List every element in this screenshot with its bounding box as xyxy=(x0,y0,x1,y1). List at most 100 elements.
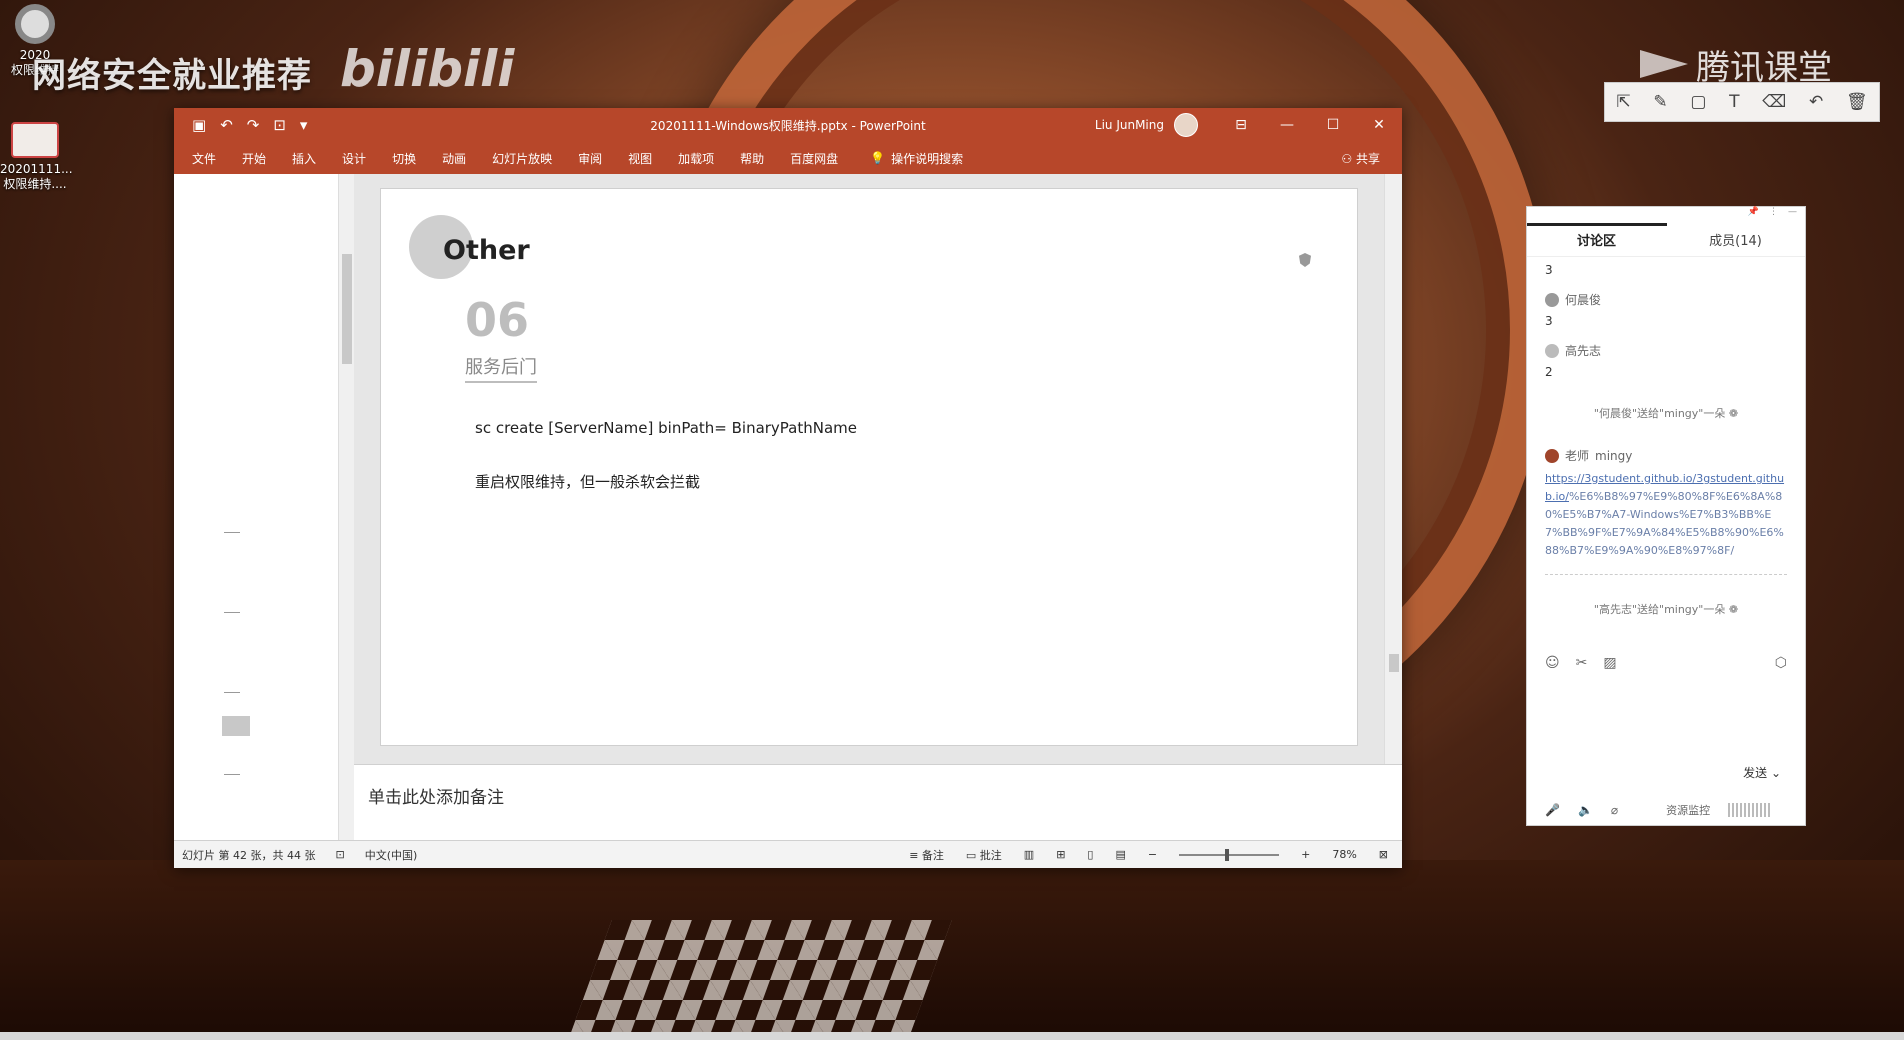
tab-baidu-netdisk[interactable]: 百度网盘 xyxy=(790,150,838,167)
text-icon[interactable]: T xyxy=(1729,92,1739,112)
camera-off-icon[interactable]: ⌀ xyxy=(1611,803,1618,817)
scrollbar-thumb[interactable] xyxy=(1389,654,1399,672)
send-button[interactable]: 发送 ⌄ xyxy=(1743,764,1781,781)
spellcheck-icon[interactable]: ⊡ xyxy=(335,848,344,861)
tab-view[interactable]: 视图 xyxy=(628,150,652,167)
video-watermark: 网络安全就业推荐 xyxy=(32,56,312,96)
rectangle-icon[interactable]: ▢ xyxy=(1690,92,1706,112)
status-bar: 幻灯片 第 42 张，共 44 张 ⊡ 中文(中国) ≡ 备注 ▭ 批注 ▥ ⊞… xyxy=(174,840,1402,868)
gift-notice: "何晨俊"送给"mingy"一朵 ❁ xyxy=(1593,407,1739,420)
tab-slideshow[interactable]: 幻灯片放映 xyxy=(492,150,552,167)
tab-addins[interactable]: 加载项 xyxy=(678,150,714,167)
slide-thumbnail-pane[interactable] xyxy=(174,174,340,840)
chat-tools: ☺ ✂ ▨ ⬡ xyxy=(1527,643,1805,683)
slide-sorter-icon[interactable]: ⊞ xyxy=(1056,848,1065,861)
pptx-file-icon xyxy=(11,122,59,158)
notes-toggle[interactable]: ≡ 备注 xyxy=(909,847,944,863)
undo-icon[interactable]: ↶ xyxy=(1809,92,1823,112)
powerpoint-window: ▣ ↶ ↷ ⊡ ▾ 20201111-Windows权限维持.pptx - Po… xyxy=(174,108,1402,868)
chat-link[interactable]: https://3gstudent.github.io/3gstudent.gi… xyxy=(1545,470,1787,560)
shield-icon xyxy=(1299,253,1311,267)
background-checker-floor xyxy=(568,920,952,1040)
avatar[interactable] xyxy=(1174,113,1198,137)
chat-bottom-bar: 🎤 🔈 ⌀ 资源监控 xyxy=(1527,795,1805,825)
slide-body-line: sc create [ServerName] binPath= BinaryPa… xyxy=(475,419,858,437)
avatar xyxy=(1545,292,1559,307)
emoji-icon[interactable]: ☺ xyxy=(1545,655,1560,671)
thumbnail-marker xyxy=(224,532,240,533)
normal-view-icon[interactable]: ▥ xyxy=(1024,848,1034,861)
thumbnail-marker xyxy=(224,774,240,775)
minimize-button[interactable]: — xyxy=(1264,108,1310,142)
fit-slide-icon[interactable]: ⊠ xyxy=(1379,848,1388,861)
zoom-out-button[interactable]: − xyxy=(1148,848,1157,861)
tab-discussion[interactable]: 讨论区 xyxy=(1527,223,1666,256)
desktop-icon-pptx[interactable]: 20201111... 权限维持.... xyxy=(0,122,73,192)
chat-message: 高先志 2 xyxy=(1545,343,1602,379)
slide-heading: Other xyxy=(443,235,530,266)
chat-panel-controls: 📌 ⋮ — xyxy=(1527,207,1805,223)
scrollbar-thumb[interactable] xyxy=(342,254,352,364)
current-slide[interactable]: Other 06 服务后门 sc create [ServerName] bin… xyxy=(380,188,1358,746)
tab-file[interactable]: 文件 xyxy=(192,150,216,167)
tab-members[interactable]: 成员(14) xyxy=(1666,223,1805,256)
customize-qat-icon[interactable]: ▾ xyxy=(300,116,308,134)
scissors-icon[interactable]: ✂ xyxy=(1576,655,1588,671)
share-button[interactable]: ⚇ 共享 xyxy=(1341,150,1380,167)
tab-design[interactable]: 设计 xyxy=(342,150,366,167)
tab-review[interactable]: 审阅 xyxy=(578,150,602,167)
image-icon[interactable]: ▨ xyxy=(1603,655,1616,671)
close-button[interactable]: ✕ xyxy=(1356,108,1402,142)
resource-monitor[interactable]: 资源监控 xyxy=(1666,802,1710,818)
slideshow-view-icon[interactable]: ▤ xyxy=(1115,848,1125,861)
person-icon: ⚇ xyxy=(1341,151,1353,166)
maximize-button[interactable]: ☐ xyxy=(1310,108,1356,142)
section-title: 服务后门 xyxy=(465,353,537,383)
language-indicator[interactable]: 中文(中国) xyxy=(365,847,418,863)
active-tab-indicator xyxy=(1527,223,1667,226)
lab-logo xyxy=(1299,253,1311,267)
lightbulb-icon: 💡 xyxy=(870,151,886,165)
pointer-icon[interactable]: ⇱ xyxy=(1616,92,1630,112)
speaker-icon[interactable]: 🔈 xyxy=(1578,803,1593,817)
chat-tabs: 讨论区 成员(14) xyxy=(1527,223,1805,257)
tab-transitions[interactable]: 切换 xyxy=(392,150,416,167)
tab-home[interactable]: 开始 xyxy=(242,150,266,167)
divider xyxy=(1545,574,1787,575)
more-icon[interactable]: ⋮ xyxy=(1769,207,1778,223)
slide-editor: Other 06 服务后门 sc create [ServerName] bin… xyxy=(354,174,1384,764)
present-icon[interactable]: ⊡ xyxy=(273,116,286,134)
microphone-icon[interactable]: 🎤 xyxy=(1545,803,1560,817)
minimize-icon[interactable]: — xyxy=(1788,207,1797,223)
chat-panel: 📌 ⋮ — 讨论区 成员(14) 3 何晨俊 3 高先志 2 "何晨俊"送给"m… xyxy=(1526,206,1806,826)
account-name[interactable]: Liu JunMing xyxy=(1095,118,1164,132)
tab-help[interactable]: 帮助 xyxy=(740,150,764,167)
notes-placeholder: 单击此处添加备注 xyxy=(368,788,504,808)
zoom-slider[interactable] xyxy=(1179,848,1280,861)
tab-animations[interactable]: 动画 xyxy=(442,150,466,167)
taskbar xyxy=(0,1032,1904,1040)
notes-pane[interactable]: 单击此处添加备注 xyxy=(354,764,1402,840)
eraser-icon[interactable]: ⌫ xyxy=(1762,92,1786,112)
slide-scrollbar[interactable] xyxy=(1384,174,1402,764)
trash-icon[interactable]: 🗑 xyxy=(1846,92,1868,112)
zoom-level[interactable]: 78% xyxy=(1332,848,1356,861)
thumbnail-scrollbar[interactable] xyxy=(338,174,354,840)
browser-app-icon xyxy=(15,4,55,44)
teacher-tag: 老师 xyxy=(1565,449,1590,463)
undo-icon[interactable]: ↶ xyxy=(220,116,233,134)
workspace: Other 06 服务后门 sc create [ServerName] bin… xyxy=(174,174,1402,840)
tell-me-search[interactable]: 💡 操作说明搜索 xyxy=(870,150,963,167)
zoom-slider-knob[interactable] xyxy=(1225,848,1230,861)
redo-icon[interactable]: ↷ xyxy=(247,116,260,134)
reading-view-icon[interactable]: ▯ xyxy=(1087,848,1093,861)
pin-icon[interactable]: 📌 xyxy=(1748,207,1759,223)
pen-icon[interactable]: ✎ xyxy=(1653,92,1667,112)
zoom-in-button[interactable]: + xyxy=(1301,848,1310,861)
slide-thumbnail[interactable] xyxy=(222,716,250,736)
ribbon-display-icon[interactable]: ⊟ xyxy=(1218,108,1264,142)
settings-icon[interactable]: ⬡ xyxy=(1775,655,1787,671)
comments-toggle[interactable]: ▭ 批注 xyxy=(966,847,1002,863)
tab-insert[interactable]: 插入 xyxy=(292,150,316,167)
save-icon[interactable]: ▣ xyxy=(192,116,206,134)
